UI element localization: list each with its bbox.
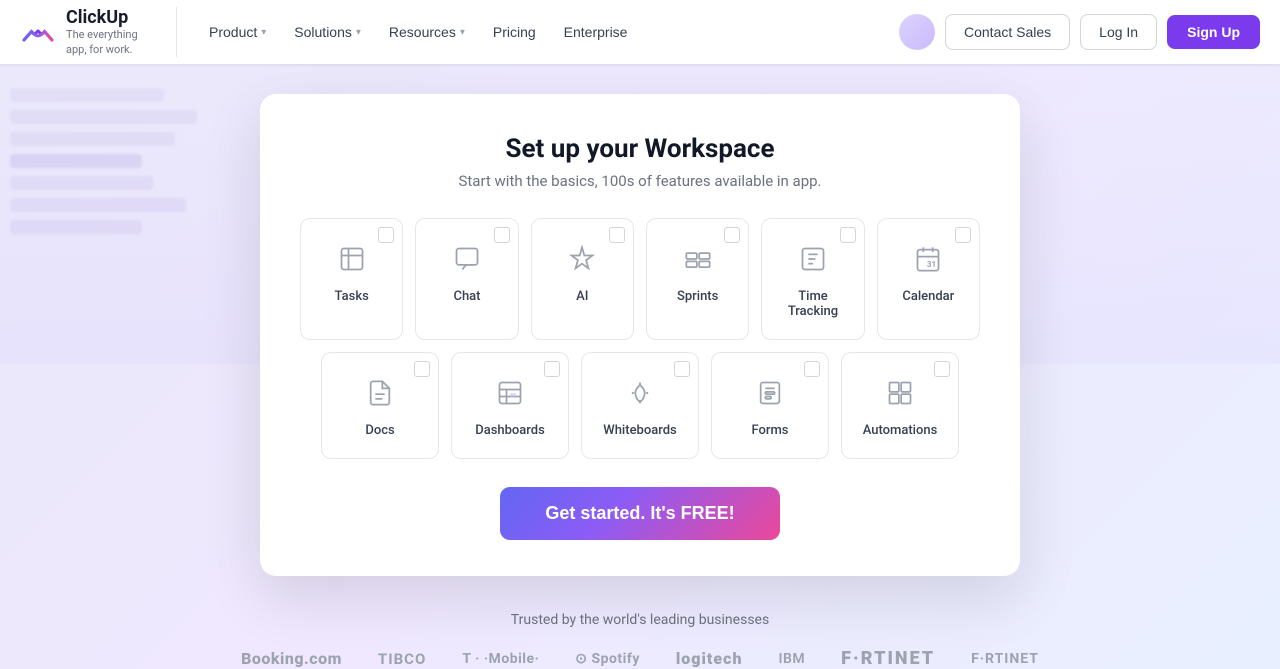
login-button[interactable]: Log In xyxy=(1080,14,1157,50)
navbar-actions: Contact Sales Log In Sign Up xyxy=(899,14,1260,50)
feature-card-chat[interactable]: Chat xyxy=(415,218,518,340)
tasks-icon xyxy=(332,239,372,279)
time-tracking-label: Time Tracking xyxy=(778,289,847,319)
docs-label: Docs xyxy=(365,423,394,438)
logo-text: ClickUp xyxy=(66,7,156,28)
feature-row-1: Tasks Chat AI xyxy=(300,218,980,340)
logo-tibco: TIBCO xyxy=(378,650,426,668)
forms-label: Forms xyxy=(751,423,788,438)
whiteboards-checkbox[interactable] xyxy=(674,361,690,377)
feature-card-whiteboards[interactable]: Whiteboards xyxy=(581,352,699,459)
docs-icon xyxy=(360,373,400,413)
docs-checkbox[interactable] xyxy=(414,361,430,377)
svg-text:31: 31 xyxy=(927,259,936,269)
logo-fortinet: F·RTINET xyxy=(971,651,1039,667)
sprints-checkbox[interactable] xyxy=(724,227,740,243)
logo-tmobile: T · ·Mobile· xyxy=(462,651,539,667)
chat-label: Chat xyxy=(453,289,480,304)
feature-card-calendar[interactable]: 31 Calendar xyxy=(877,218,980,340)
logo-netflix: logitech xyxy=(676,649,743,668)
brand-logos-container: Booking.com TIBCO T · ·Mobile· ⊙ Spotify… xyxy=(241,648,1039,669)
signup-button[interactable]: Sign Up xyxy=(1167,15,1260,49)
tasks-label: Tasks xyxy=(335,289,369,304)
feature-card-dashboards[interactable]: Dashboards xyxy=(451,352,569,459)
forms-icon xyxy=(750,373,790,413)
nav-product[interactable]: Product ▾ xyxy=(197,16,278,48)
dashboards-icon xyxy=(490,373,530,413)
clickup-logo-icon xyxy=(20,14,56,50)
navbar: ClickUp The everything app, for work. Pr… xyxy=(0,0,1280,64)
automations-checkbox[interactable] xyxy=(934,361,950,377)
ai-label: AI xyxy=(576,289,588,304)
time-tracking-checkbox[interactable] xyxy=(840,227,856,243)
whiteboards-label: Whiteboards xyxy=(603,423,676,438)
feature-row-2: Docs Dashboards xyxy=(300,352,980,459)
chat-checkbox[interactable] xyxy=(494,227,510,243)
ai-checkbox[interactable] xyxy=(609,227,625,243)
feature-card-ai[interactable]: AI xyxy=(531,218,634,340)
calendar-icon: 31 xyxy=(908,239,948,279)
nav-enterprise[interactable]: Enterprise xyxy=(552,16,640,48)
feature-card-docs[interactable]: Docs xyxy=(321,352,439,459)
contact-sales-button[interactable]: Contact Sales xyxy=(945,14,1070,50)
logo-tagline: The everything app, for work. xyxy=(66,28,156,57)
nav-solutions[interactable]: Solutions ▾ xyxy=(282,16,373,48)
dashboards-checkbox[interactable] xyxy=(544,361,560,377)
automations-icon xyxy=(880,373,920,413)
trust-section: Trusted by the world's leading businesse… xyxy=(241,612,1039,669)
workspace-modal: Set up your Workspace Start with the bas… xyxy=(260,94,1020,576)
nav-product-label: Product xyxy=(209,24,257,40)
chat-icon xyxy=(447,239,487,279)
timer-icon xyxy=(793,239,833,279)
nav-enterprise-label: Enterprise xyxy=(564,24,628,40)
nav-pricing[interactable]: Pricing xyxy=(481,16,548,48)
modal-subtitle: Start with the basics, 100s of features … xyxy=(300,172,980,190)
avatar xyxy=(899,14,935,50)
calendar-label: Calendar xyxy=(902,289,954,304)
product-chevron-icon: ▾ xyxy=(261,27,266,38)
calendar-checkbox[interactable] xyxy=(955,227,971,243)
whiteboards-icon xyxy=(620,373,660,413)
logo-logitech: IBM xyxy=(778,651,805,667)
feature-card-tasks[interactable]: Tasks xyxy=(300,218,403,340)
sprints-icon xyxy=(678,239,718,279)
logo-container[interactable]: ClickUp The everything app, for work. xyxy=(20,7,177,57)
nav-solutions-label: Solutions xyxy=(294,24,352,40)
modal-title: Set up your Workspace xyxy=(300,134,980,164)
ai-icon xyxy=(562,239,602,279)
solutions-chevron-icon: ▾ xyxy=(356,27,361,38)
nav-pricing-label: Pricing xyxy=(493,24,536,40)
automations-label: Automations xyxy=(863,423,938,438)
dashboards-label: Dashboards xyxy=(475,423,545,438)
get-started-button[interactable]: Get started. It's FREE! xyxy=(500,487,780,540)
feature-card-time-tracking[interactable]: Time Tracking xyxy=(761,218,864,340)
nav-menu: Product ▾ Solutions ▾ Resources ▾ Pricin… xyxy=(197,16,899,48)
tasks-checkbox[interactable] xyxy=(378,227,394,243)
logo-ibm: F·RTINET xyxy=(841,648,935,669)
feature-card-sprints[interactable]: Sprints xyxy=(646,218,749,340)
logo-booking: Booking.com xyxy=(241,649,342,668)
sprints-label: Sprints xyxy=(677,289,718,304)
feature-card-forms[interactable]: Forms xyxy=(711,352,829,459)
logo-spotify: ⊙ Spotify xyxy=(575,651,640,667)
resources-chevron-icon: ▾ xyxy=(460,27,465,38)
main-content: Set up your Workspace Start with the bas… xyxy=(0,64,1280,669)
trust-heading: Trusted by the world's leading businesse… xyxy=(241,612,1039,628)
nav-resources[interactable]: Resources ▾ xyxy=(377,16,477,48)
feature-card-automations[interactable]: Automations xyxy=(841,352,959,459)
forms-checkbox[interactable] xyxy=(804,361,820,377)
nav-resources-label: Resources xyxy=(389,24,456,40)
